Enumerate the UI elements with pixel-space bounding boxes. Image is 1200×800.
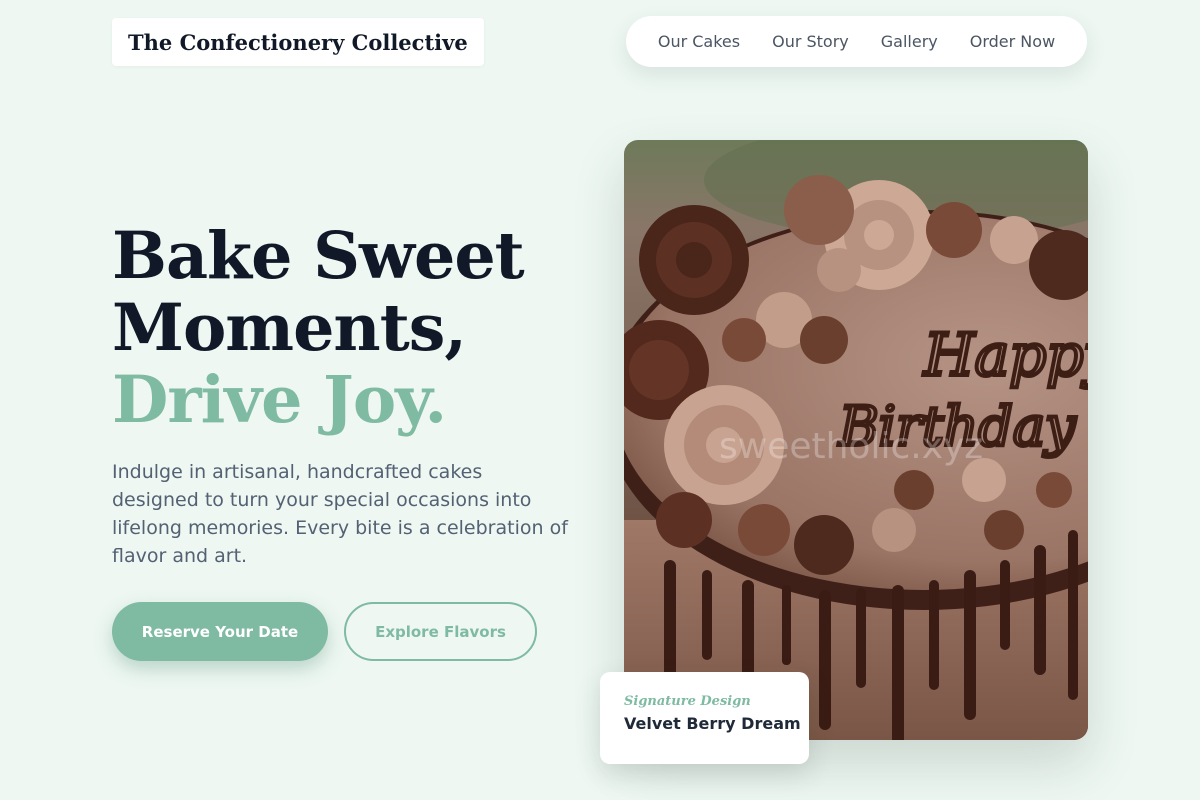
card-label: Signature Design xyxy=(624,694,751,709)
signature-design-card[interactable]: Signature Design Velvet Berry Dream xyxy=(600,672,809,764)
nav-item-order-now[interactable]: Order Now xyxy=(970,32,1055,51)
card-title: Velvet Berry Dream xyxy=(624,714,801,733)
hero-description: Indulge in artisanal, handcrafted cakes … xyxy=(112,461,568,567)
headline-accent: Drive Joy. xyxy=(112,362,447,438)
headline-line-1: Bake Sweet xyxy=(112,218,525,294)
watermark-text: sweetholic.xyz xyxy=(719,426,983,467)
cake-text-line-1: Happy xyxy=(923,321,1088,389)
nav-item-gallery[interactable]: Gallery xyxy=(881,32,938,51)
hero-headline: Bake Sweet Moments, Drive Joy. xyxy=(112,218,525,438)
nav-item-our-story[interactable]: Our Story xyxy=(772,32,849,51)
headline-line-2: Moments, xyxy=(112,290,467,366)
brand-name: The Confectionery Collective xyxy=(128,29,468,55)
explore-flavors-button[interactable]: Explore Flavors xyxy=(344,602,537,661)
cake-photo: Happy Birthday sweetholic.xyz xyxy=(624,140,1088,740)
main-nav: Our Cakes Our Story Gallery Order Now xyxy=(626,16,1087,67)
reserve-date-button[interactable]: Reserve Your Date xyxy=(112,602,328,661)
brand-logo[interactable]: The Confectionery Collective xyxy=(112,18,484,66)
nav-item-our-cakes[interactable]: Our Cakes xyxy=(658,32,740,51)
